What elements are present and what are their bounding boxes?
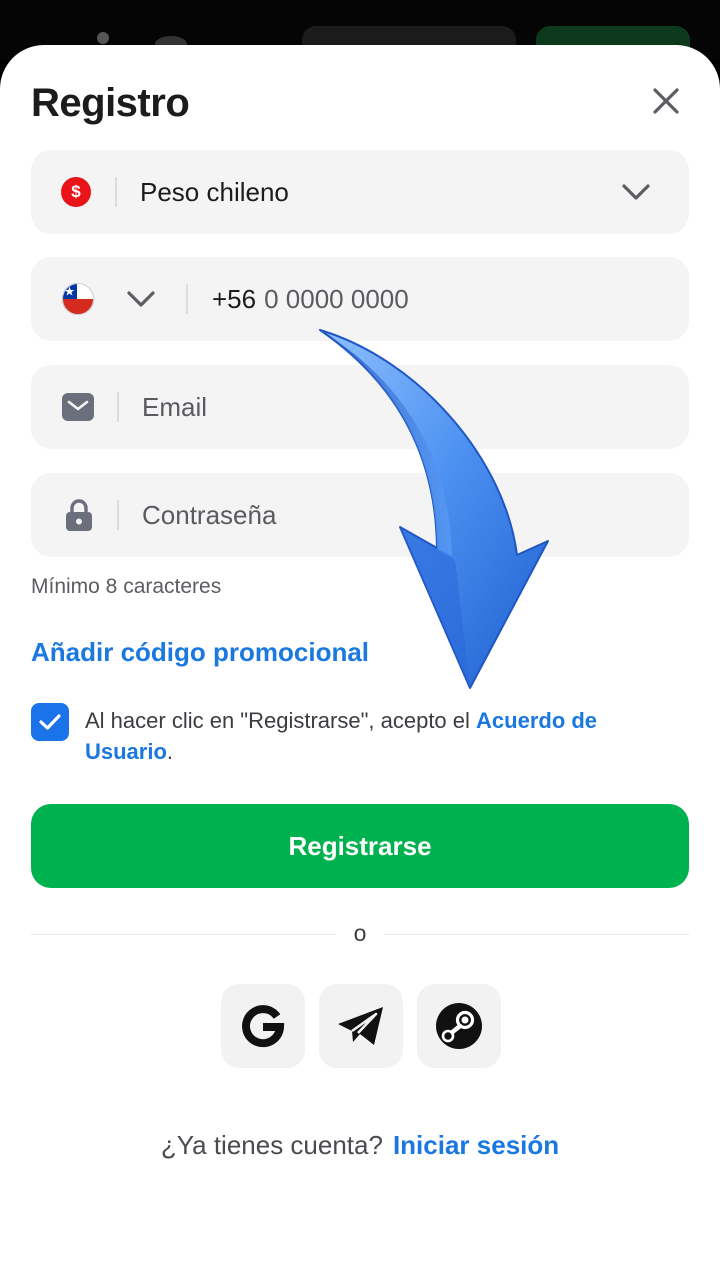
registration-sheet: Registro $ Peso chileno +56 0 0000 0000 …	[0, 45, 720, 1280]
currency-select[interactable]: $ Peso chileno	[31, 150, 689, 234]
divider-line-left	[31, 934, 336, 935]
email-field[interactable]: Email	[31, 365, 689, 449]
mail-icon	[62, 393, 94, 421]
terms-label: Al hacer clic en "Registrarse", acepto e…	[85, 708, 477, 733]
divider-line-right	[384, 934, 689, 935]
chile-flag-icon	[62, 283, 94, 315]
field-separator	[117, 500, 119, 530]
terms-checkbox[interactable]	[31, 703, 69, 741]
close-icon	[653, 88, 679, 114]
email-placeholder: Email	[142, 391, 208, 422]
terms-suffix: .	[166, 739, 174, 764]
login-link[interactable]: Iniciar sesión	[393, 1130, 559, 1160]
register-button[interactable]: Registrarse	[31, 804, 689, 888]
chevron-down-icon	[127, 291, 155, 307]
password-placeholder: Contraseña	[142, 499, 277, 530]
phone-field: +56 0 0000 0000	[31, 257, 689, 341]
steam-login-button[interactable]	[417, 984, 501, 1068]
phone-country-code: +56	[212, 283, 257, 314]
field-separator	[115, 177, 117, 207]
telegram-login-button[interactable]	[319, 984, 403, 1068]
phone-input[interactable]: +56 0 0000 0000	[212, 257, 409, 341]
country-code-select[interactable]	[31, 257, 181, 341]
background-dot	[97, 32, 109, 44]
terms-text: Al hacer clic en "Registrarse", acepto e…	[85, 705, 685, 767]
currency-value: Peso chileno	[140, 176, 289, 207]
chevron-down-icon	[622, 184, 650, 200]
divider-label: o	[353, 920, 367, 946]
login-prompt: ¿Ya tienes cuenta? Iniciar sesión	[0, 1130, 720, 1161]
field-separator	[186, 284, 188, 314]
page-title: Registro	[31, 81, 190, 125]
telegram-icon	[338, 1007, 383, 1045]
phone-placeholder: 0 0000 0000	[264, 283, 409, 314]
currency-symbol: $	[71, 182, 81, 201]
steam-icon	[436, 1003, 482, 1049]
checkmark-icon	[39, 714, 61, 730]
lock-icon	[66, 499, 92, 531]
password-field[interactable]: Contraseña	[31, 473, 689, 557]
close-button[interactable]	[648, 83, 684, 119]
google-login-button[interactable]	[221, 984, 305, 1068]
password-hint: Mínimo 8 caracteres	[31, 575, 222, 598]
add-promo-code-link[interactable]: Añadir código promocional	[31, 637, 369, 668]
login-question: ¿Ya tienes cuenta?	[160, 1130, 383, 1160]
google-icon	[242, 1005, 285, 1048]
field-separator	[117, 392, 119, 422]
